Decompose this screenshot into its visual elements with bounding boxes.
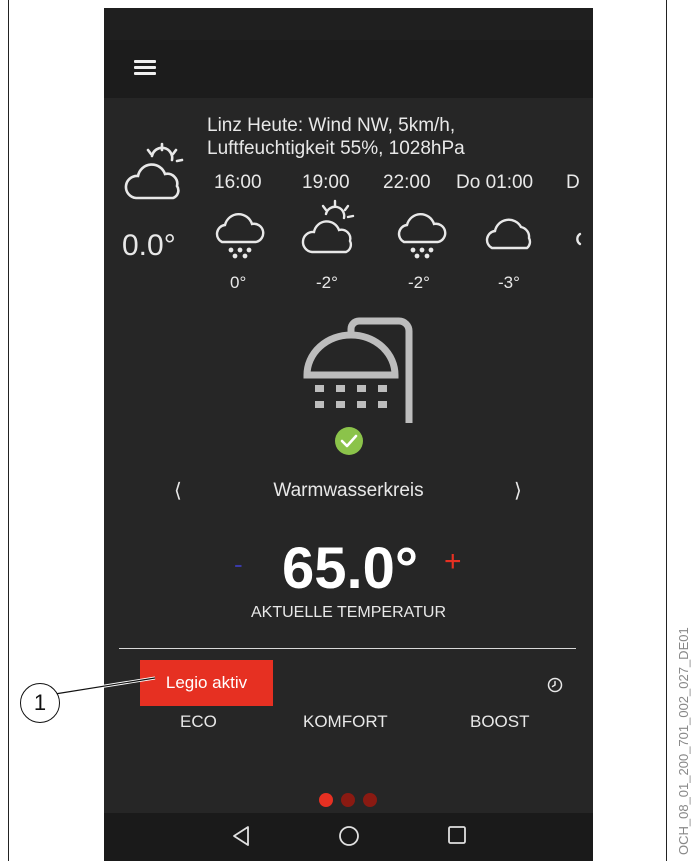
- shower-icon: [303, 317, 413, 423]
- next-circuit-button[interactable]: ⟩: [514, 478, 522, 503]
- legio-active-button[interactable]: Legio aktiv: [140, 660, 273, 706]
- forecast-time: 22:00: [383, 172, 431, 193]
- cloud-icon: [576, 232, 582, 246]
- frame-left-border: [8, 0, 9, 861]
- android-navigation-bar: [104, 813, 593, 861]
- clock-icon[interactable]: [547, 677, 563, 693]
- divider: [119, 648, 576, 649]
- forecast-time: 19:00: [302, 172, 350, 193]
- check-icon: [335, 427, 363, 455]
- decrease-temperature-button[interactable]: -: [234, 549, 243, 580]
- partly-cloudy-icon: [301, 199, 355, 254]
- forecast-temperature: -3°: [498, 273, 520, 292]
- page-dot[interactable]: [341, 793, 355, 807]
- snow-cloud-icon: [215, 212, 265, 259]
- forecast-time: 16:00: [214, 172, 262, 193]
- mode-eco-tab[interactable]: ECO: [180, 712, 217, 732]
- mode-boost-tab[interactable]: BOOST: [470, 712, 530, 732]
- home-icon[interactable]: [338, 825, 360, 847]
- recent-apps-icon[interactable]: [447, 825, 467, 845]
- mode-komfort-tab[interactable]: KOMFORT: [303, 712, 388, 732]
- forecast-temperature: 0°: [230, 273, 247, 292]
- temperature-value: 65.0°: [282, 536, 419, 601]
- frame-right-border: [666, 0, 667, 861]
- phone-screen: Linz Heute: Wind NW, 5km/h, Luftfeuchtig…: [104, 8, 593, 861]
- back-icon[interactable]: [231, 825, 251, 847]
- forecast-temperature: -2°: [316, 273, 338, 292]
- increase-temperature-button[interactable]: +: [444, 545, 462, 579]
- snow-cloud-icon: [397, 212, 447, 259]
- temperature-control: - 65.0° +: [104, 535, 593, 605]
- forecast-time: Do 01:00: [456, 172, 534, 193]
- page-dot[interactable]: [319, 793, 333, 807]
- circuit-selector: ⟨ Warmwasserkreis ⟩: [104, 478, 593, 508]
- forecast-time: D: [566, 172, 580, 193]
- weather-forecast: 16:00 19:00 22:00 Do 01:00 D 0° -2° -2°: [104, 8, 593, 308]
- page-dot[interactable]: [363, 793, 377, 807]
- forecast-temperature: -2°: [408, 273, 430, 292]
- document-code: OCH_08_01_200_701_002_027_DE01: [676, 627, 691, 855]
- callout-marker: 1: [20, 683, 60, 723]
- temperature-label: AKTUELLE TEMPERATUR: [250, 604, 446, 621]
- cloud-icon: [485, 218, 532, 250]
